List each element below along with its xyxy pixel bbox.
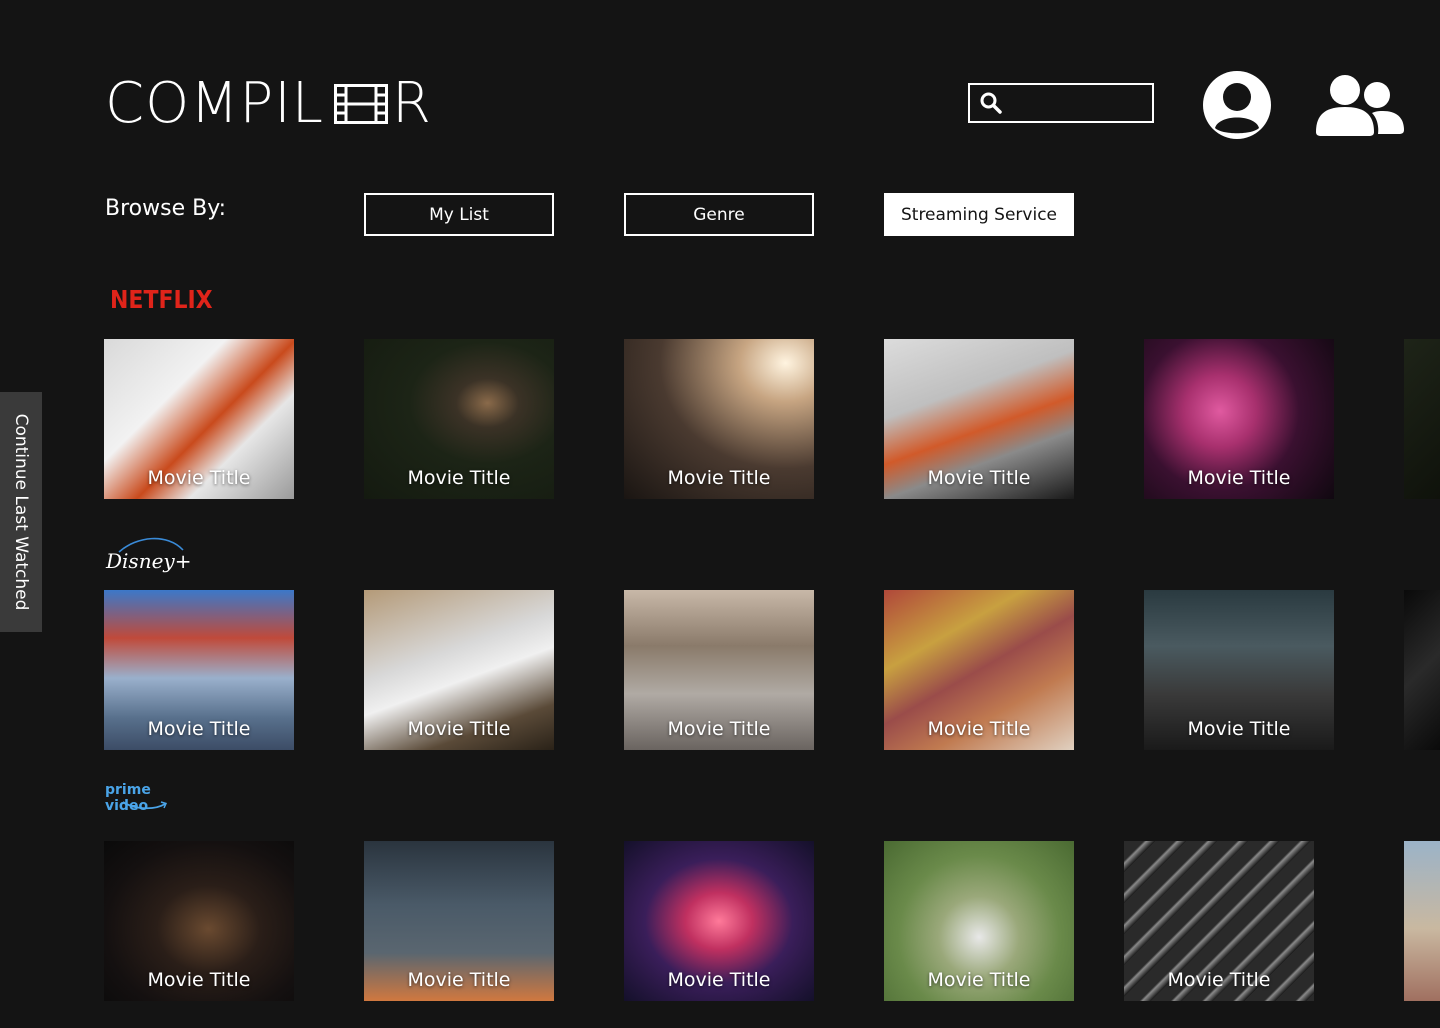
browse-my-list-button[interactable]: My List [364, 193, 554, 236]
movie-title: Movie Title [147, 718, 251, 740]
logo-text-left: COMPIL [105, 71, 324, 136]
disney-wordmark: Disney+ [106, 549, 192, 573]
movie-title: Movie Title [1187, 718, 1291, 740]
movie-tile[interactable]: Movie Title [1144, 590, 1334, 750]
movie-tile[interactable]: Movie Title [884, 339, 1074, 499]
users-icon[interactable] [1314, 74, 1404, 136]
movie-title: Movie Title [147, 467, 251, 489]
movie-title: Movie Title [667, 467, 771, 489]
app-logo[interactable]: COMPIL R [105, 72, 432, 136]
movie-title: Movie Title [667, 969, 771, 991]
movie-tile[interactable]: Movie Title [624, 590, 814, 750]
movie-title: Movie Title [1187, 467, 1291, 489]
movie-tile[interactable]: Movie Title [104, 339, 294, 499]
prime-video-logo[interactable]: prime video [105, 782, 189, 814]
continue-last-watched-tab[interactable]: Continue Last Watched [0, 392, 42, 632]
prime-smile-icon [122, 801, 168, 810]
browse-by-label: Browse By: [105, 196, 227, 221]
movie-title: Movie Title [927, 969, 1031, 991]
search-icon [980, 92, 1002, 114]
movie-tile[interactable]: Movie Title [364, 841, 554, 1001]
movie-tile[interactable]: Movie Title [884, 590, 1074, 750]
movie-title: Movie Title [927, 467, 1031, 489]
movie-title: Movie Title [407, 467, 511, 489]
movie-tile[interactable]: Movie Title [884, 841, 1074, 1001]
movie-tile[interactable]: Movie Title [364, 339, 554, 499]
disney-plus-logo[interactable]: Disney+ [105, 534, 192, 578]
movie-tile[interactable]: Movie Title [1124, 841, 1314, 1001]
search-box[interactable] [968, 83, 1154, 123]
movie-title: Movie Title [147, 969, 251, 991]
film-strip-icon [333, 84, 388, 124]
movie-tile[interactable]: Movie Title [1144, 339, 1334, 499]
movie-title: Movie Title [927, 718, 1031, 740]
browse-streaming-service-button[interactable]: Streaming Service [884, 193, 1074, 236]
movie-tile-partial[interactable] [1404, 841, 1440, 1001]
movie-tile[interactable]: Movie Title [364, 590, 554, 750]
browse-genre-button[interactable]: Genre [624, 193, 814, 236]
user-circle-icon[interactable] [1202, 70, 1272, 140]
movie-tile[interactable]: Movie Title [624, 841, 814, 1001]
movie-title: Movie Title [407, 718, 511, 740]
movie-title: Movie Title [667, 718, 771, 740]
logo-text-right: R [391, 71, 432, 136]
page: COMPIL R Browse By: My List Genre Stream… [0, 0, 1440, 1028]
movie-title: Movie Title [407, 969, 511, 991]
movie-tile[interactable]: Movie Title [104, 590, 294, 750]
movie-tile-partial[interactable] [1404, 590, 1440, 750]
netflix-logo[interactable]: NETFLIX [110, 286, 213, 315]
movie-title: Movie Title [1167, 969, 1271, 991]
side-tab-label: Continue Last Watched [11, 413, 31, 611]
movie-tile[interactable]: Movie Title [104, 841, 294, 1001]
search-input[interactable] [1007, 94, 1151, 112]
movie-tile-partial[interactable] [1404, 339, 1440, 499]
movie-tile[interactable]: Movie Title [624, 339, 814, 499]
